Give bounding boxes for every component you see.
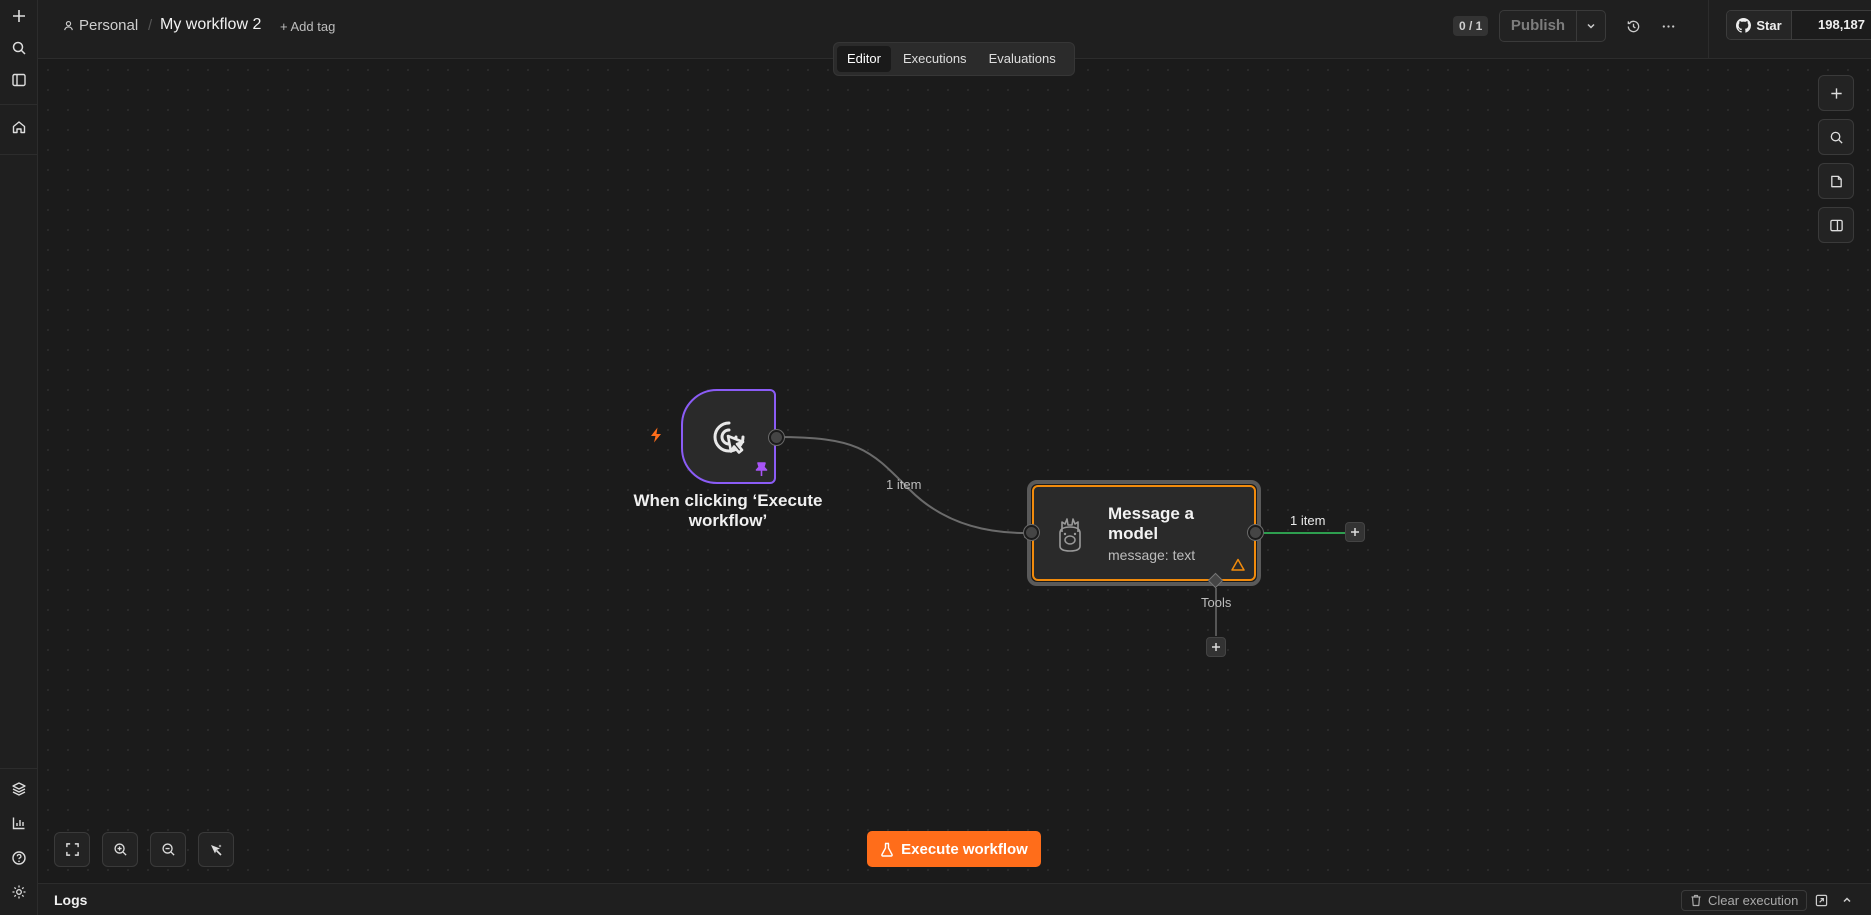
- view-tabs: Editor Executions Evaluations: [833, 42, 1075, 76]
- execute-workflow-label: Execute workflow: [901, 840, 1028, 858]
- tidy-up-icon: [211, 844, 222, 856]
- trigger-node[interactable]: [681, 389, 776, 484]
- cursor-click-icon: [713, 421, 744, 454]
- breadcrumb-separator: /: [148, 17, 153, 34]
- logs-panel-bar[interactable]: Logs Clear execution: [38, 883, 1871, 915]
- header-divider: [1708, 0, 1709, 59]
- model-input-handle[interactable]: [1024, 525, 1039, 540]
- side-panel-icon[interactable]: [1818, 207, 1854, 243]
- llama-icon: [1059, 518, 1081, 552]
- sidebar-toggle-icon[interactable]: [7, 68, 31, 92]
- search-nodes-icon[interactable]: [1818, 119, 1854, 155]
- model-node-title: Message a model: [1108, 504, 1194, 543]
- active-counter-badge: 0 / 1: [1453, 16, 1489, 36]
- more-options-icon[interactable]: [1656, 14, 1680, 38]
- trash-icon: [1691, 894, 1701, 907]
- model-node-subtitle: message: text: [1108, 547, 1196, 563]
- publish-options-chevron-icon[interactable]: [1576, 11, 1605, 41]
- zoom-out-icon: [161, 843, 175, 856]
- chevron-up-icon[interactable]: [1838, 891, 1856, 909]
- user-icon: [64, 21, 73, 31]
- tab-evaluations[interactable]: Evaluations: [979, 46, 1066, 72]
- sticky-note-icon[interactable]: [1818, 163, 1854, 199]
- github-icon: [1736, 17, 1752, 33]
- github-star-label: Star: [1756, 17, 1782, 33]
- fit-view-button[interactable]: [54, 832, 90, 867]
- tidy-up-button[interactable]: [198, 832, 234, 867]
- add-tag-button[interactable]: + Add tag: [280, 19, 335, 34]
- zoom-in-button[interactable]: [102, 832, 138, 867]
- help-icon[interactable]: [7, 846, 31, 870]
- plus-icon: [1212, 643, 1220, 651]
- github-star-widget: Star 198,187: [1726, 10, 1871, 40]
- model-output-handle[interactable]: [1248, 525, 1263, 540]
- trigger-output-handle[interactable]: [769, 430, 784, 445]
- pin-icon: [755, 462, 768, 476]
- github-star-count[interactable]: 198,187: [1791, 11, 1871, 39]
- project-name: Personal: [79, 17, 139, 34]
- edge-item-count-label: 1 item: [886, 477, 922, 492]
- add-node-icon[interactable]: [1818, 75, 1854, 111]
- insights-icon[interactable]: [7, 811, 31, 835]
- logs-title: Logs: [54, 892, 88, 908]
- trigger-bolt-icon: [647, 426, 665, 444]
- home-icon[interactable]: [7, 115, 31, 139]
- pop-out-icon[interactable]: [1812, 891, 1830, 909]
- message-model-node[interactable]: Message a model message: text: [1032, 485, 1256, 581]
- settings-gear-icon[interactable]: [7, 880, 31, 904]
- tab-executions[interactable]: Executions: [893, 46, 977, 72]
- add-icon[interactable]: [7, 4, 31, 28]
- fit-view-icon: [65, 843, 79, 856]
- tab-editor[interactable]: Editor: [837, 46, 891, 72]
- github-star-button[interactable]: Star: [1727, 11, 1791, 39]
- add-tool-button[interactable]: [1206, 637, 1226, 657]
- templates-icon[interactable]: [7, 777, 31, 801]
- breadcrumb-project[interactable]: Personal: [63, 17, 138, 34]
- history-icon[interactable]: [1621, 14, 1645, 38]
- plus-icon: [1351, 528, 1359, 536]
- publish-button-group: Publish: [1499, 10, 1606, 42]
- warning-icon: [1231, 558, 1245, 571]
- zoom-in-icon: [113, 843, 127, 856]
- execute-workflow-button[interactable]: Execute workflow: [867, 831, 1041, 867]
- search-icon[interactable]: [7, 36, 31, 60]
- publish-button[interactable]: Publish: [1500, 11, 1576, 41]
- clear-execution-button[interactable]: Clear execution: [1681, 890, 1808, 911]
- flask-icon: [881, 842, 893, 857]
- tools-label: Tools: [1201, 595, 1232, 610]
- clear-execution-label: Clear execution: [1708, 893, 1799, 908]
- zoom-out-button[interactable]: [150, 832, 186, 867]
- add-next-node-button[interactable]: [1345, 522, 1365, 542]
- output-item-count-label: 1 item: [1290, 513, 1326, 528]
- left-rail: [0, 0, 38, 915]
- workflow-name[interactable]: My workflow 2: [160, 16, 261, 34]
- trigger-node-label: When clicking ‘Execute workflow’: [633, 491, 823, 530]
- workflow-canvas[interactable]: [38, 60, 1871, 882]
